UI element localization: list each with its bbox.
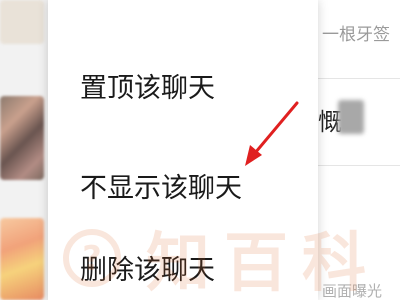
avatar[interactable] (0, 96, 44, 180)
menu-item-hide-chat[interactable]: 不显示该聊天 (48, 150, 318, 220)
menu-item-pin-chat[interactable]: 置顶该聊天 (48, 50, 318, 120)
list-divider (318, 165, 400, 166)
chat-context-menu: 置顶该聊天 不显示该聊天 删除该聊天 (48, 0, 318, 300)
chat-list-left (0, 0, 48, 300)
menu-item-delete-chat[interactable]: 删除该聊天 (48, 232, 318, 300)
chat-preview-text-bottom: 画面曝光 (322, 282, 383, 300)
phone-screen: 一根牙签 慨 画面曝光 置顶该聊天 不显示该聊天 删除该聊天 ? 知百科 (0, 0, 400, 300)
list-divider (318, 78, 400, 79)
avatar[interactable] (0, 218, 44, 300)
avatar[interactable] (0, 0, 44, 44)
chat-preview-text: 一根牙签 (322, 25, 390, 45)
blurred-avatar (338, 100, 364, 134)
chat-list-right (318, 0, 400, 300)
